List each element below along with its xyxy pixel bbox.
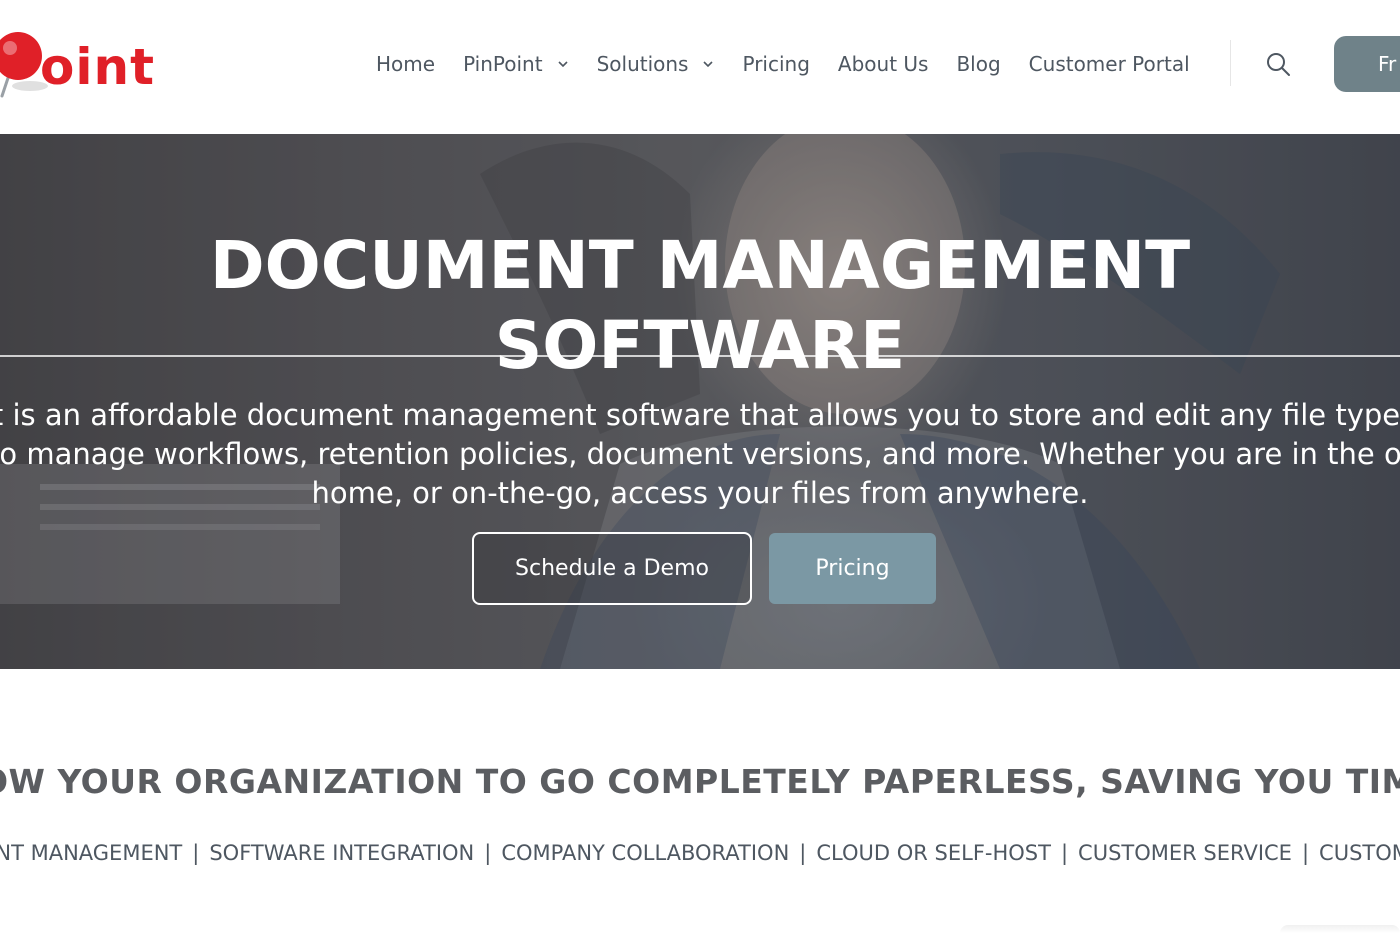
nav-divider: [1230, 40, 1231, 86]
feature-separator: |: [1301, 841, 1310, 865]
nav-label: Solutions: [596, 52, 689, 76]
feature-item: SOFTWARE INTEGRATION: [209, 841, 475, 865]
pricing-label: Pricing: [815, 556, 890, 581]
feature-separator: |: [192, 841, 200, 865]
feature-item: CUSTOMER TR: [1319, 841, 1400, 865]
nav-blog[interactable]: Blog: [956, 52, 1000, 76]
nav-solutions[interactable]: Solutions: [597, 52, 715, 76]
feature-separator: |: [1060, 841, 1069, 865]
nav-label: Home: [376, 52, 436, 76]
nav-label: About Us: [837, 52, 929, 76]
nav-pricing[interactable]: Pricing: [742, 52, 809, 76]
hero-divider: [0, 355, 1400, 357]
chevron-down-icon: [703, 61, 714, 68]
nav-pinpoint[interactable]: PinPoint: [463, 52, 569, 76]
nav-customer-portal[interactable]: Customer Portal: [1029, 52, 1190, 76]
hero-description-line: nt is an affordable document management …: [0, 398, 1400, 432]
free-trial-button[interactable]: Fr: [1334, 36, 1400, 92]
hero-title: DOCUMENT MANAGEMENT SOFTWARE: [209, 227, 1191, 384]
schedule-demo-label: Schedule a Demo: [515, 556, 709, 581]
logo-text: oint: [40, 38, 155, 96]
feature-item: CLOUD OR SELF-HOST: [816, 841, 1051, 865]
chevron-down-icon: [558, 61, 568, 68]
feature-item: COMPANY COLLABORATION: [501, 841, 790, 865]
search-icon[interactable]: [1264, 50, 1292, 78]
page: oint Home PinPoint Solutions Pricing Abo…: [0, 0, 1400, 933]
feature-separator: |: [799, 841, 807, 865]
nav-label: Pricing: [742, 52, 810, 76]
nav-about-us[interactable]: About Us: [838, 52, 929, 76]
main-nav: Home PinPoint Solutions Pricing About Us: [376, 44, 1218, 84]
feature-separator: |: [484, 841, 492, 865]
features-list: MENT MANAGEMENT | SOFTWARE INTEGRATION |…: [0, 838, 1400, 868]
feature-item: CUSTOMER SERVICE: [1078, 841, 1292, 865]
nav-label: PinPoint: [463, 52, 543, 76]
schedule-demo-button[interactable]: Schedule a Demo: [472, 532, 752, 605]
pricing-button[interactable]: Pricing: [769, 533, 936, 604]
hero-description-line: to manage workflows, retention policies,…: [0, 437, 1400, 471]
logo[interactable]: oint: [0, 26, 154, 98]
feature-item: MENT MANAGEMENT: [0, 841, 183, 865]
hero-description: nt is an affordable document management …: [0, 396, 1400, 513]
nav-label: Customer Portal: [1028, 52, 1190, 76]
cta-label: Fr: [1378, 52, 1397, 76]
nav-label: Blog: [956, 52, 1001, 76]
hero-description-line: home, or on-the-go, access your files fr…: [311, 476, 1089, 510]
hero-banner: DOCUMENT MANAGEMENT SOFTWARE nt is an af…: [0, 134, 1400, 669]
tagline: OW YOUR ORGANIZATION TO GO COMPLETELY PA…: [0, 762, 1400, 801]
site-header: oint Home PinPoint Solutions Pricing Abo…: [0, 0, 1400, 134]
floating-widget-edge: [1280, 925, 1400, 933]
nav-home[interactable]: Home: [376, 52, 435, 76]
